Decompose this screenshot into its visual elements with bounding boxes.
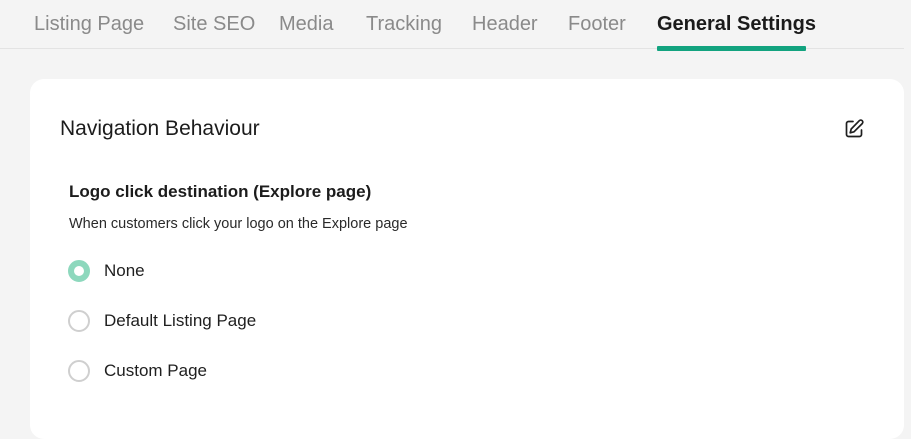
tab-site-seo[interactable]: Site SEO xyxy=(173,12,255,36)
radio-button[interactable] xyxy=(68,360,90,382)
radio-option-label: Custom Page xyxy=(104,361,207,380)
radio-option-label: None xyxy=(104,261,145,280)
settings-tab-bar: Listing Page Site SEO Media Tracking Hea… xyxy=(0,0,904,51)
radio-option-label: Default Listing Page xyxy=(104,311,257,330)
logo-click-destination-label: Logo click destination (Explore page) xyxy=(69,182,372,201)
card-title: Navigation Behaviour xyxy=(60,117,260,140)
tab-listing-page[interactable]: Listing Page xyxy=(34,12,144,36)
radio-button[interactable] xyxy=(68,310,90,332)
radio-option-custom-page[interactable]: Custom Page xyxy=(68,360,368,386)
tab-general-settings[interactable]: General Settings xyxy=(657,12,816,36)
tab-media[interactable]: Media xyxy=(279,12,333,36)
edit-button[interactable] xyxy=(842,117,866,141)
logo-click-destination-description: When customers click your logo on the Ex… xyxy=(69,216,408,232)
radio-option-default-listing-page[interactable]: Default Listing Page xyxy=(68,310,368,336)
radio-button-selected[interactable] xyxy=(68,260,90,282)
tab-footer[interactable]: Footer xyxy=(568,12,626,36)
edit-icon xyxy=(845,119,864,138)
active-tab-indicator xyxy=(657,46,806,51)
radio-option-none[interactable]: None xyxy=(68,260,368,286)
navigation-behaviour-card: Navigation Behaviour Logo click destinat… xyxy=(30,79,904,439)
tab-tracking[interactable]: Tracking xyxy=(366,12,442,36)
tab-header[interactable]: Header xyxy=(472,12,538,36)
